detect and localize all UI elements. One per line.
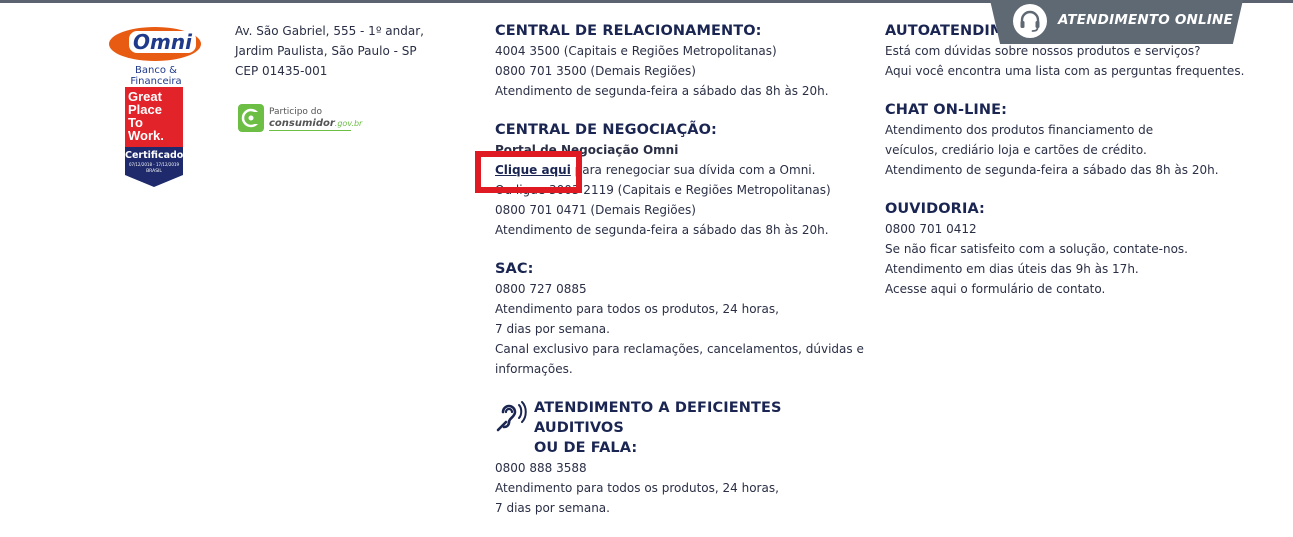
gptw-line4: Work. xyxy=(128,128,164,143)
deficientes-title: ATENDIMENTO A DEFICIENTES AUDITIVOS OU D… xyxy=(534,398,865,458)
consumidor-underline xyxy=(269,130,351,131)
logo-wordmark: Omni xyxy=(129,31,196,53)
consumidor-line2: consumidor.gov.br xyxy=(269,118,362,129)
ouvidoria-form-link[interactable]: Acesse aqui o formulário de contato. xyxy=(885,279,1275,299)
gptw-red-panel: Great Place To Work. xyxy=(125,87,183,147)
ouvidoria-line: 0800 701 0412 xyxy=(885,222,977,236)
central-relacionamento-section: CENTRAL DE RELACIONAMENTO: 4004 3500 (Ca… xyxy=(495,21,865,101)
central-negociacao-line: Atendimento de segunda-feira a sábado da… xyxy=(495,223,829,237)
address-line3: CEP 01435-001 xyxy=(235,64,328,78)
sac-line: Canal exclusivo para reclamações, cancel… xyxy=(495,342,864,356)
central-relacionamento-line: 4004 3500 (Capitais e Regiões Metropolit… xyxy=(495,44,777,58)
sac-line: 7 dias por semana. xyxy=(495,322,610,336)
central-negociacao-title: CENTRAL DE NEGOCIAÇÃO: xyxy=(495,122,717,138)
address-line1: Av. São Gabriel, 555 - 1º andar, xyxy=(235,24,424,38)
consumidor-suffix: .gov.br xyxy=(334,119,363,128)
hearing-impaired-icon xyxy=(496,401,527,432)
headset-icon xyxy=(1013,4,1047,38)
consumidor-word: consumidor xyxy=(269,118,335,129)
great-place-to-work-badge: Great Place To Work. Certificado 07/12/2… xyxy=(125,87,183,187)
central-relacionamento-line: 0800 701 3500 (Demais Regiões) xyxy=(495,64,696,78)
central-negociacao-line: 0800 701 0471 (Demais Regiões) xyxy=(495,203,696,217)
gptw-country: BRASIL xyxy=(146,169,162,174)
deficientes-line: Atendimento para todos os produtos, 24 h… xyxy=(495,481,779,495)
deficientes-header: ATENDIMENTO A DEFICIENTES AUDITIVOS OU D… xyxy=(495,398,865,458)
contact-column-middle: CENTRAL DE RELACIONAMENTO: 4004 3500 (Ca… xyxy=(495,21,865,537)
gptw-cert: Certificado xyxy=(125,150,184,161)
chat-title[interactable]: CHAT ON-LINE: xyxy=(885,100,1275,120)
autoatendimento-faq-link[interactable]: Aqui você encontra uma lista com as perg… xyxy=(885,61,1275,81)
company-address: Av. São Gabriel, 555 - 1º andar, Jardim … xyxy=(235,21,424,81)
deficientes-line: 7 dias por semana. xyxy=(495,501,610,515)
chat-section: CHAT ON-LINE: Atendimento dos produtos f… xyxy=(885,100,1275,180)
sac-section: SAC: 0800 727 0885 Atendimento para todo… xyxy=(495,259,865,379)
contact-column-right: AUTOATENDIMENTO: Está com dúvidas sobre … xyxy=(885,21,1275,318)
chat-line: veículos, crediário loja e cartões de cr… xyxy=(885,143,1147,157)
sac-title: SAC: xyxy=(495,261,534,277)
address-line2: Jardim Paulista, São Paulo - SP xyxy=(235,44,417,58)
sac-line: informações. xyxy=(495,362,573,376)
deficientes-title-line2: OU DE FALA: xyxy=(534,440,638,456)
deficientes-title-line1: ATENDIMENTO A DEFICIENTES AUDITIVOS xyxy=(534,400,782,436)
renegociar-text: para renegociar sua dívida com a Omni. xyxy=(570,163,816,177)
sac-line: Atendimento para todos os produtos, 24 h… xyxy=(495,302,779,316)
consumidor-gov-badge[interactable]: Participo do consumidor.gov.br xyxy=(238,104,362,132)
consumidor-logo-icon xyxy=(238,104,264,132)
autoatendimento-line: Está com dúvidas sobre nossos produtos e… xyxy=(885,44,1201,58)
ouvidoria-title: OUVIDORIA: xyxy=(885,201,985,217)
sac-line: 0800 727 0885 xyxy=(495,282,587,296)
atendimento-online-tab[interactable]: ATENDIMENTO ONLINE xyxy=(990,0,1243,44)
ouvidoria-line: Se não ficar satisfeito com a solução, c… xyxy=(885,242,1188,256)
deficientes-line: 0800 888 3588 xyxy=(495,461,587,475)
central-relacionamento-line: Atendimento de segunda-feira a sábado da… xyxy=(495,84,829,98)
gptw-blue-panel: Certificado 07/12/2018 - 17/12/2019 BRAS… xyxy=(125,147,183,187)
ouvidoria-section: OUVIDORIA: 0800 701 0412 Se não ficar sa… xyxy=(885,199,1275,299)
logo-subtitle: Banco & Financeira xyxy=(130,65,182,87)
deficientes-section: ATENDIMENTO A DEFICIENTES AUDITIVOS OU D… xyxy=(495,398,865,518)
ouvidoria-line: Atendimento em dias úteis das 9h às 17h. xyxy=(885,262,1139,276)
atendimento-online-label: ATENDIMENTO ONLINE xyxy=(1058,12,1233,28)
consumidor-line1: Participo do xyxy=(269,107,323,117)
clique-aqui-highlight xyxy=(475,151,582,193)
chat-line: Atendimento dos produtos financiamento d… xyxy=(885,123,1154,137)
gptw-dates: 07/12/2018 - 17/12/2019 xyxy=(128,162,180,167)
omni-logo[interactable]: Omni Banco & Financeira xyxy=(106,22,204,87)
chat-line: Atendimento de segunda-feira a sábado da… xyxy=(885,163,1219,177)
central-relacionamento-title: CENTRAL DE RELACIONAMENTO: xyxy=(495,23,762,39)
